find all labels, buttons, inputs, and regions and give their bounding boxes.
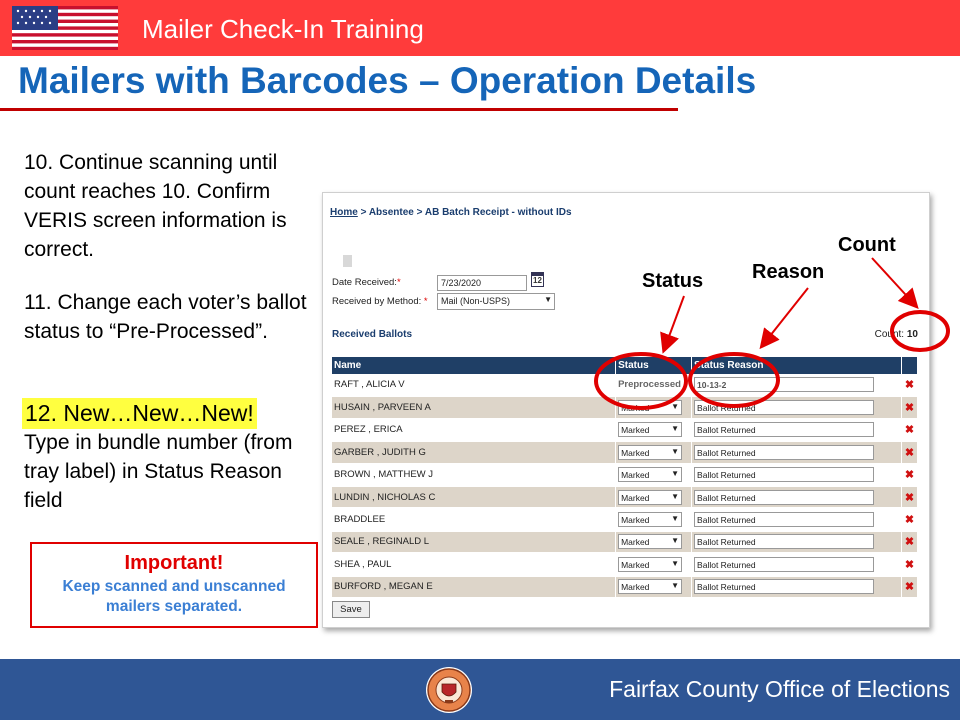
status-select[interactable]: Marked ▼ [618,444,683,460]
status-reason-input[interactable]: Ballot Returned [694,512,875,528]
chevron-down-icon: ▼ [671,536,680,546]
count-annotation: Count [838,234,896,256]
delete-x-icon[interactable]: ✖ [905,402,914,414]
important-title: Important! [124,552,224,574]
delete-x-icon[interactable]: ✖ [905,581,914,593]
table-row: SEALE , REGINALD L Marked ▼ Ballot Return… [332,530,919,555]
delete-x-icon[interactable]: ✖ [905,469,914,481]
status-select[interactable]: Marked ▼ [618,512,683,528]
ballots-table: Name Status Status Reason RAFT , ALICIA … [332,357,919,599]
count-readout: Count: 10 [874,329,918,340]
veris-screenshot: Home > Absentee > AB Batch Receipt - wit… [322,192,930,628]
organization-name: Fairfax County Office of Elections [609,676,950,702]
voter-name: BRADDLEE [332,508,617,532]
status-select[interactable]: Marked ▼ [618,400,683,416]
status-select[interactable]: Marked ▼ [618,579,683,595]
voter-name: RAFT , ALICIA V [332,374,617,398]
column-header-status: Status [615,357,693,374]
title-divider [0,108,678,111]
date-received-label: Date Received:* [332,277,401,288]
table-row: BURFORD , MEGAN E Marked ▼ Ballot Returne… [332,575,919,599]
delete-x-icon[interactable]: ✖ [905,514,914,526]
status-reason-input[interactable]: Ballot Returned [694,467,875,483]
voter-name: PEREZ , ERICA [332,418,617,443]
delete-x-icon[interactable]: ✖ [905,424,914,436]
received-ballots-heading: Received Ballots [332,329,413,340]
status-reason-input[interactable]: Ballot Returned [694,489,875,505]
important-body: Keep scanned and unscanned mailers separ… [62,578,286,615]
table-row: RAFT , ALICIA V Preprocessed 10-13-2 ✖ [332,374,919,398]
county-seal-icon [422,666,476,714]
status-select[interactable]: Marked ▼ [618,422,683,438]
us-flag-icon [12,6,118,50]
voter-name: HUSAIN , PARVEEN A [332,396,617,420]
status-reason-input[interactable]: Ballot Returned [694,579,875,595]
step-12-text: Type in bundle number (from tray label) … [24,431,293,512]
chevron-down-icon: ▼ [544,295,552,304]
step-10-text: 10. Continue scanning until count reache… [24,151,287,261]
voter-name: SEALE , REGINALD L [332,530,617,555]
status-reason-input[interactable]: Ballot Returned [694,444,875,460]
voter-name: SHEA , PAUL [332,553,617,577]
status-value: Preprocessed [618,379,681,391]
status-reason-input[interactable]: Ballot Returned [694,534,875,550]
status-reason-input[interactable]: Ballot Returned [694,422,875,438]
voter-name: LUNDIN , NICHOLAS C [332,485,617,510]
chevron-down-icon: ▼ [671,424,680,434]
status-select[interactable]: Marked ▼ [618,534,683,550]
placeholder-block [343,255,352,267]
table-row: SHEA , PAUL Marked ▼ Ballot Returned ✖ [332,553,919,577]
table-row: BRADDLEE Marked ▼ Ballot Returned ✖ [332,508,919,532]
breadcrumb: Home > Absentee > AB Batch Receipt - wit… [330,207,572,218]
page-title: Mailers with Barcodes – Operation Detail… [18,60,757,101]
chevron-down-icon: ▼ [671,469,680,479]
table-row: GARBER , JUDITH G Marked ▼ Ballot Returne… [332,441,919,465]
date-received-input[interactable]: 7/23/2020 [437,275,527,291]
delete-x-icon[interactable]: ✖ [905,536,914,548]
delete-x-icon[interactable]: ✖ [905,447,914,459]
step-11-text: 11. Change each voter’s ballot status to… [24,291,307,343]
table-row: LUNDIN , NICHOLAS C Marked ▼ Ballot Retur… [332,485,919,510]
breadcrumb-path: > Absentee > AB Batch Receipt - without … [357,207,572,218]
step-12-heading: 12. New…New…New! [22,398,257,429]
status-annotation: Status [642,270,704,292]
chevron-down-icon: ▼ [671,402,680,412]
delete-x-icon[interactable]: ✖ [905,492,914,504]
table-row: BROWN , MATTHEW J Marked ▼ Ballot Returne… [332,463,919,487]
column-header-name: Name [332,357,617,374]
status-select[interactable]: Marked ▼ [618,489,683,505]
chevron-down-icon: ▼ [671,446,680,456]
important-callout: Important! Keep scanned and unscanned ma… [30,542,318,628]
breadcrumb-home-link[interactable]: Home [330,207,358,218]
training-title: Mailer Check-In Training [142,14,424,44]
status-reason-input[interactable]: 10-13-2 [694,377,875,393]
received-method-label: Received by Method: * [332,296,428,307]
chevron-down-icon: ▼ [671,558,680,568]
chevron-down-icon: ▼ [671,491,680,501]
delete-x-icon[interactable]: ✖ [905,379,914,391]
voter-name: BURFORD , MEGAN E [332,575,617,599]
chevron-down-icon: ▼ [671,581,680,591]
voter-name: BROWN , MATTHEW J [332,463,617,487]
table-row: PEREZ , ERICA Marked ▼ Ballot Returned ✖ [332,418,919,443]
status-reason-input[interactable]: Ballot Returned [694,556,875,572]
status-select[interactable]: Marked ▼ [618,556,683,572]
delete-x-icon[interactable]: ✖ [905,559,914,571]
received-method-select[interactable]: Mail (Non-USPS) ▼ [437,293,555,310]
calendar-icon[interactable]: 12 [531,272,544,287]
voter-name: GARBER , JUDITH G [332,441,617,465]
save-button[interactable]: Save [332,601,370,618]
table-row: HUSAIN , PARVEEN A Marked ▼ Ballot Return… [332,396,919,420]
chevron-down-icon: ▼ [671,514,680,524]
status-reason-input[interactable]: Ballot Returned [694,400,875,416]
column-header-status-reason: Status Reason [691,357,902,374]
reason-annotation: Reason [752,261,825,283]
status-select[interactable]: Marked ▼ [618,467,683,483]
